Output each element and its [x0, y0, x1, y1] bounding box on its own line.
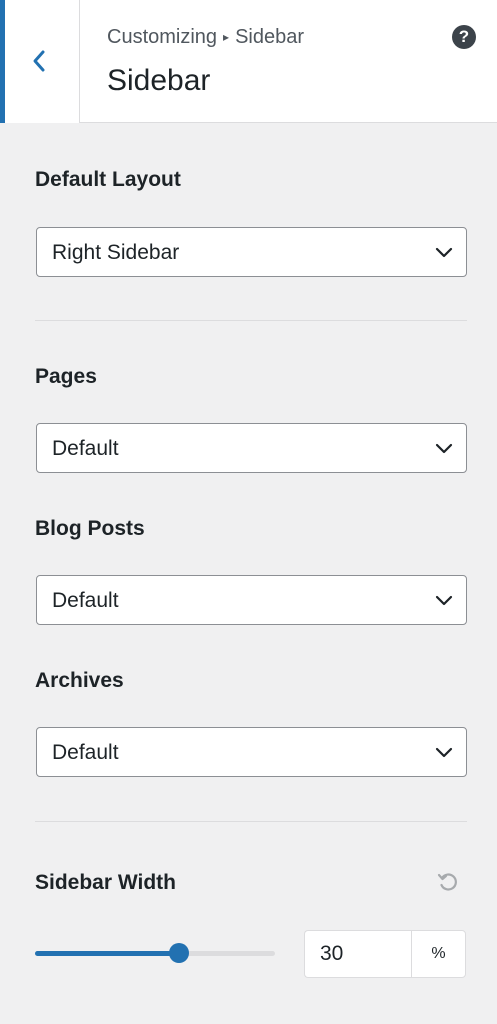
divider: [35, 320, 467, 321]
sidebar-width-slider[interactable]: [35, 951, 275, 956]
help-icon[interactable]: ?: [452, 25, 476, 49]
archives-select[interactable]: Default: [36, 727, 467, 777]
customizer-header: Customizing ▸ Sidebar Sidebar ?: [0, 0, 497, 123]
panel-title: Sidebar: [107, 64, 211, 97]
slider-fill: [35, 951, 179, 956]
default-layout-value: Right Sidebar: [52, 241, 180, 264]
default-layout-label: Default Layout: [35, 168, 181, 191]
sidebar-width-label: Sidebar Width: [35, 871, 176, 894]
chevron-down-icon: [435, 247, 453, 258]
breadcrumb-prefix: Customizing: [107, 26, 218, 48]
archives-label: Archives: [35, 669, 124, 692]
breadcrumb-separator-icon: ▸: [223, 30, 230, 44]
pages-label: Pages: [35, 365, 97, 388]
breadcrumb-section: Sidebar: [235, 26, 305, 48]
chevron-down-icon: [435, 595, 453, 606]
breadcrumb: Customizing ▸ Sidebar: [107, 26, 304, 49]
back-button[interactable]: [0, 0, 80, 123]
default-layout-select[interactable]: Right Sidebar: [36, 227, 467, 277]
reset-icon[interactable]: [437, 871, 459, 893]
pages-select[interactable]: Default: [36, 423, 467, 473]
divider: [35, 821, 467, 822]
sidebar-width-input[interactable]: [304, 930, 412, 978]
blog-posts-select[interactable]: Default: [36, 575, 467, 625]
blog-posts-value: Default: [52, 589, 119, 612]
chevron-down-icon: [435, 747, 453, 758]
blog-posts-label: Blog Posts: [35, 517, 145, 540]
chevron-left-icon: [33, 50, 45, 72]
sidebar-width-unit[interactable]: %: [411, 930, 466, 978]
chevron-down-icon: [435, 443, 453, 454]
slider-thumb[interactable]: [169, 943, 189, 963]
archives-value: Default: [52, 741, 119, 764]
pages-value: Default: [52, 437, 119, 460]
